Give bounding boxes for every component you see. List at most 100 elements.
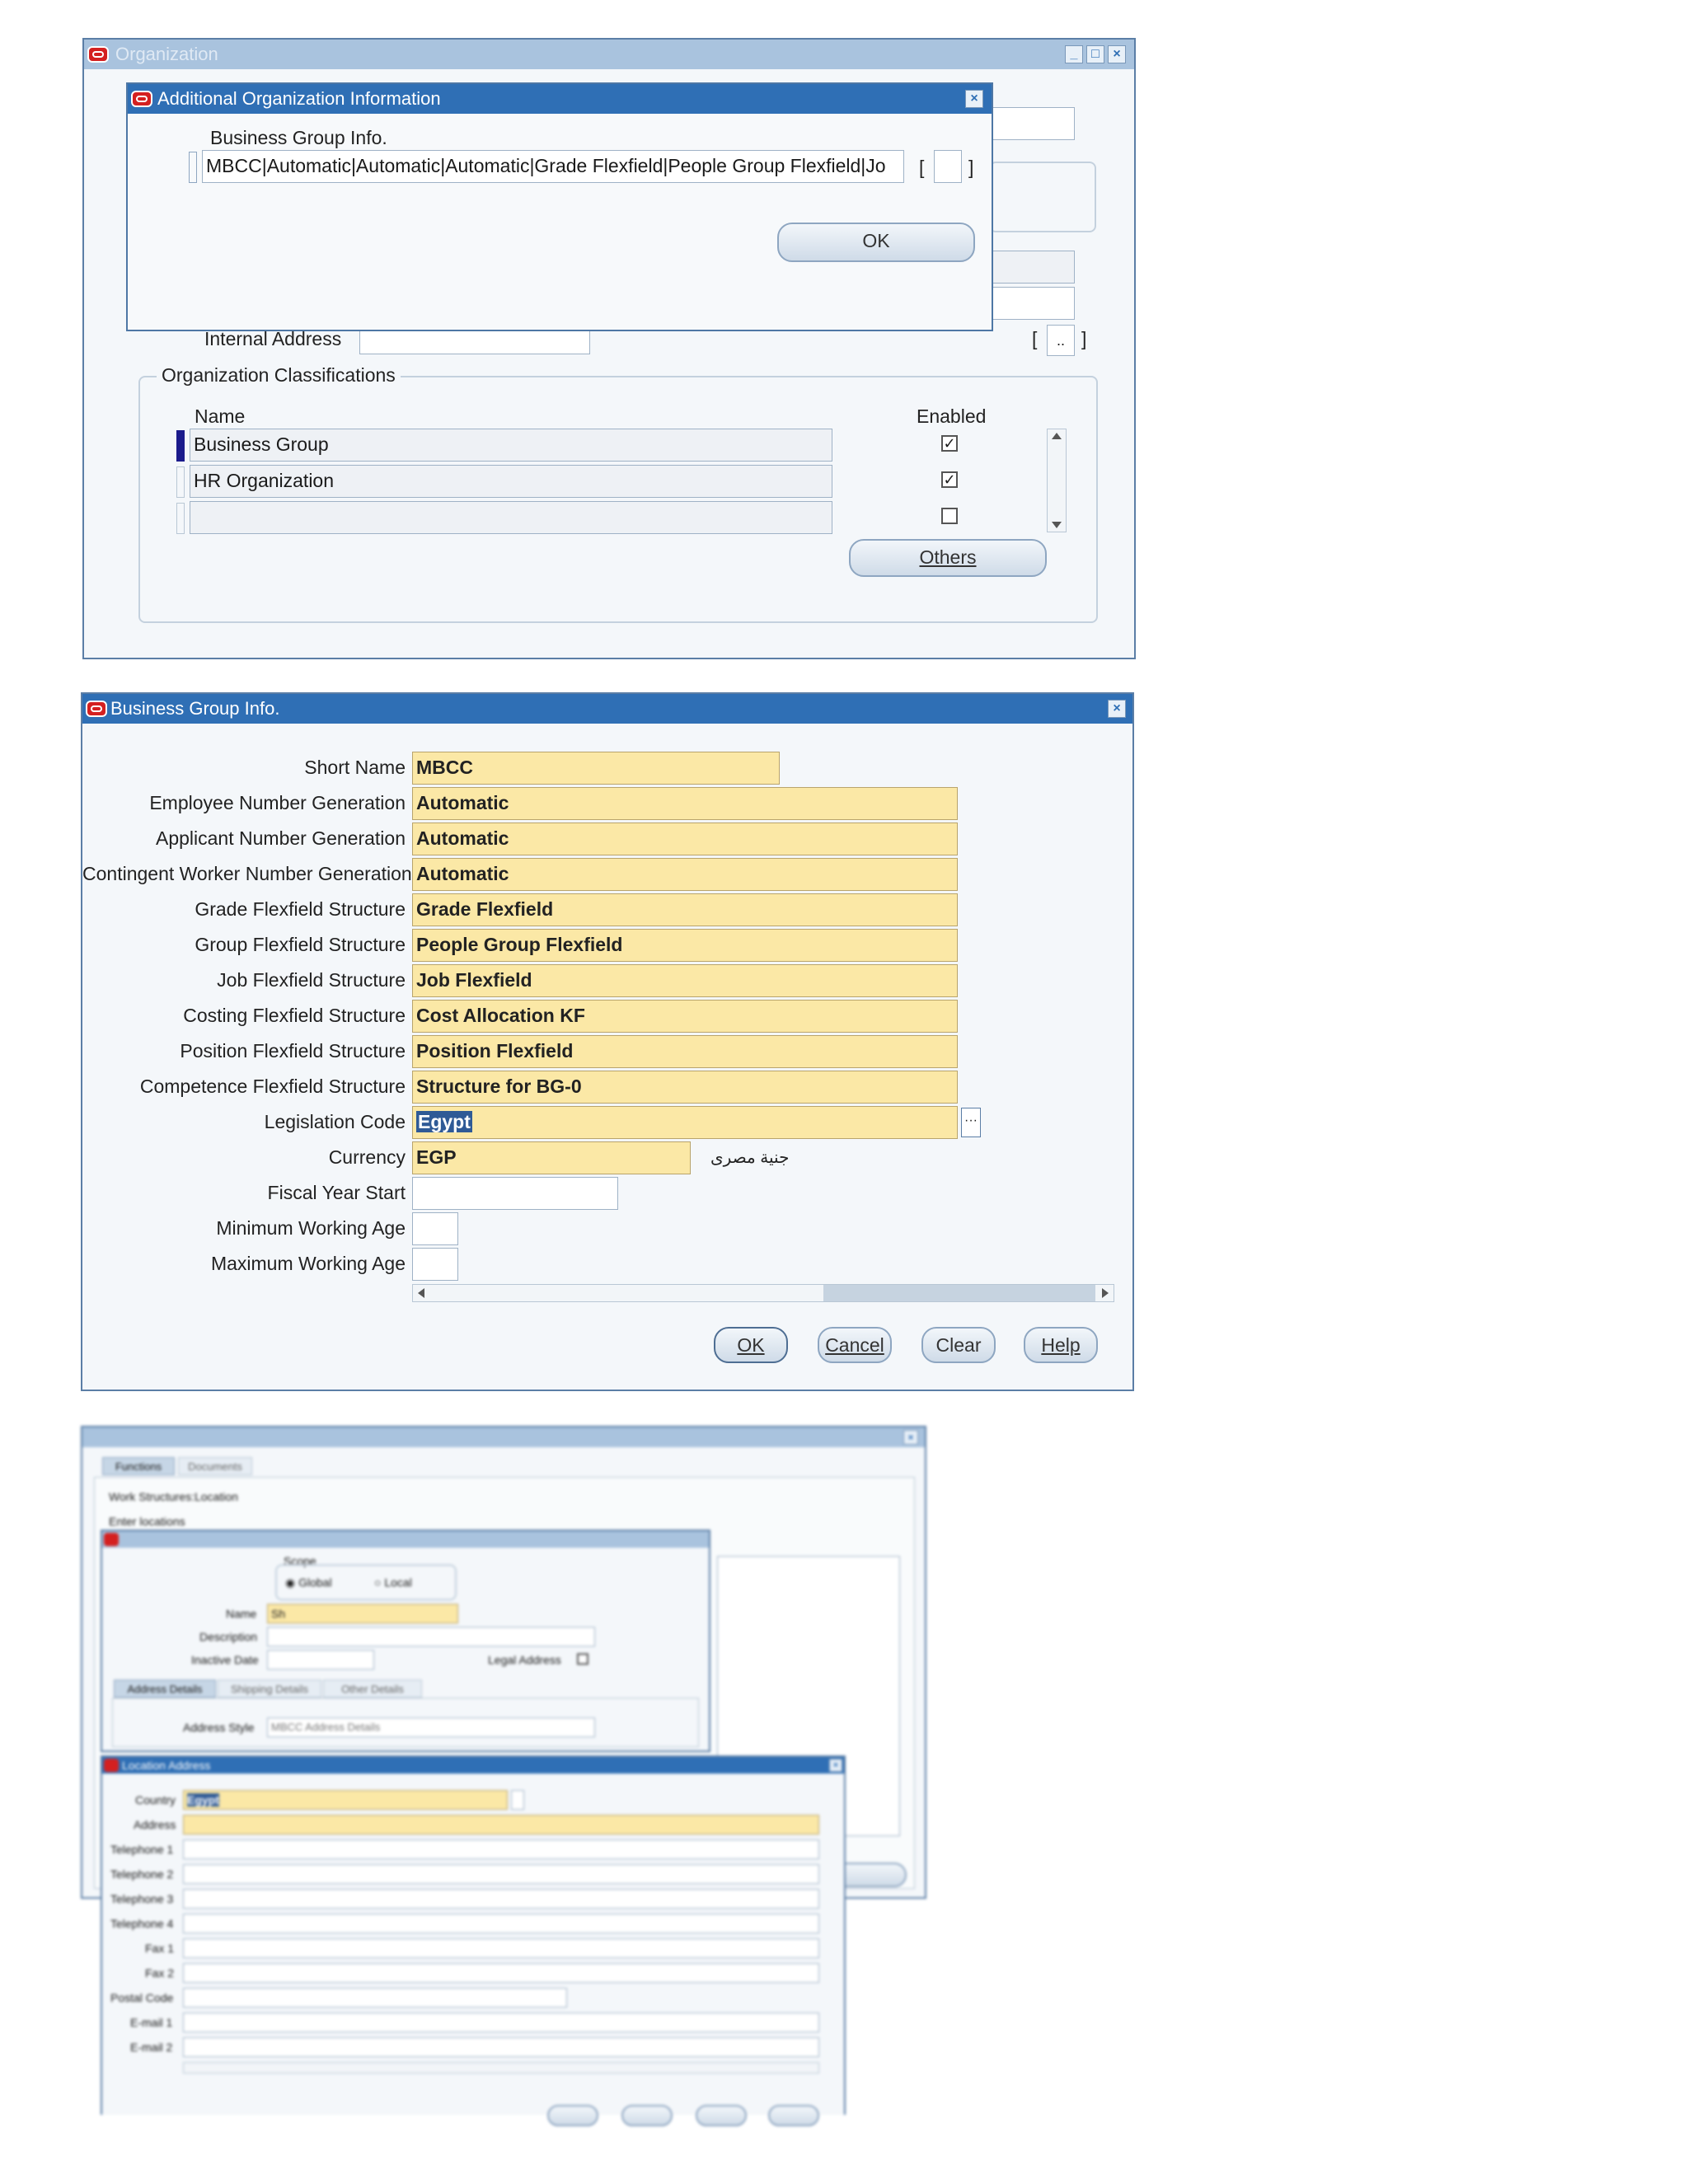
ok-button[interactable]: OK bbox=[777, 223, 975, 262]
inactive-date-input[interactable] bbox=[267, 1650, 374, 1670]
internal-address-label: Internal Address bbox=[204, 328, 342, 349]
location-screens-panel: × Functions Documents Work Structures:Lo… bbox=[81, 1426, 930, 2126]
tab-functions[interactable]: Functions bbox=[102, 1457, 175, 1475]
bg-info-input[interactable]: MBCC|Automatic|Automatic|Automatic|Grade… bbox=[202, 150, 904, 183]
telephone-2-input[interactable] bbox=[183, 1864, 819, 1884]
subtab-address-details[interactable]: Address Details bbox=[114, 1680, 216, 1698]
currency-input[interactable]: EGP bbox=[412, 1141, 691, 1174]
grade-flexfield-input[interactable]: Grade Flexfield bbox=[412, 893, 958, 926]
bracket-close: ] bbox=[1081, 328, 1087, 349]
enabled-checkbox[interactable]: ✓ bbox=[941, 471, 958, 488]
classification-row[interactable]: HR Organization bbox=[190, 465, 832, 498]
postal-code-input[interactable] bbox=[183, 1988, 567, 2008]
scroll-up-icon[interactable] bbox=[1052, 433, 1062, 439]
scroll-down-icon[interactable] bbox=[1052, 522, 1062, 528]
legislation-code-input[interactable]: Egypt bbox=[412, 1106, 958, 1139]
telephone-4-input[interactable] bbox=[183, 1914, 819, 1933]
dialog-button[interactable] bbox=[768, 2105, 819, 2126]
name-column-header: Name bbox=[195, 405, 246, 427]
contingent-worker-number-generation-input[interactable]: Automatic bbox=[412, 858, 958, 891]
address-field-label: Country bbox=[135, 1793, 176, 1807]
internal-address-lov-button[interactable]: .. bbox=[1047, 325, 1075, 356]
location-address-window: Location Address × Country Egypt Address… bbox=[101, 1755, 846, 2126]
fiscal-year-start-input[interactable] bbox=[412, 1177, 618, 1210]
legislation-lov-button[interactable]: ··· bbox=[961, 1108, 981, 1137]
competence-flexfield-input[interactable]: Structure for BG-0 bbox=[412, 1071, 958, 1104]
telephone-1-input[interactable] bbox=[183, 1840, 819, 1859]
row-indicator[interactable] bbox=[176, 503, 185, 534]
ok-label: OK bbox=[737, 1334, 765, 1356]
fax-1-input[interactable] bbox=[183, 1938, 819, 1958]
close-icon[interactable]: × bbox=[1108, 700, 1126, 718]
oracle-logo-icon bbox=[104, 1533, 119, 1546]
enabled-checkbox[interactable] bbox=[941, 508, 958, 524]
classification-row[interactable] bbox=[190, 501, 832, 534]
job-flexfield-input[interactable]: Job Flexfield bbox=[412, 964, 958, 997]
legislation-code-selected-text: Egypt bbox=[416, 1111, 472, 1132]
tab-documents[interactable]: Documents bbox=[178, 1457, 252, 1475]
country-input[interactable]: Egypt bbox=[183, 1790, 508, 1810]
scope-local-radio[interactable]: ○ Local bbox=[374, 1576, 412, 1589]
dialog-button[interactable] bbox=[621, 2105, 673, 2126]
row-indicator[interactable] bbox=[176, 466, 185, 498]
cancel-button[interactable]: Cancel bbox=[818, 1327, 892, 1363]
group-flexfield-input[interactable]: People Group Flexfield bbox=[412, 929, 958, 962]
country-selected-text: Egypt bbox=[187, 1793, 219, 1807]
employee-number-generation-input[interactable]: Automatic bbox=[412, 787, 958, 820]
location-titlebar bbox=[102, 1531, 709, 1548]
minimize-icon[interactable]: _ bbox=[1065, 45, 1083, 63]
scroll-left-icon[interactable] bbox=[418, 1288, 424, 1298]
email-2-input[interactable] bbox=[183, 2037, 819, 2057]
horizontal-scrollbar[interactable] bbox=[412, 1284, 1114, 1302]
horizontal-scrollbar[interactable] bbox=[183, 2062, 819, 2074]
ok-button[interactable]: OK bbox=[714, 1327, 788, 1363]
close-icon[interactable]: × bbox=[965, 90, 983, 108]
classification-row[interactable]: Business Group bbox=[190, 429, 832, 462]
close-icon[interactable]: × bbox=[829, 1759, 842, 1772]
clear-button[interactable]: Clear bbox=[921, 1327, 996, 1363]
field-label: Group Flexfield Structure bbox=[195, 934, 406, 955]
legal-address-checkbox[interactable] bbox=[577, 1653, 588, 1665]
minimum-working-age-input[interactable] bbox=[412, 1212, 458, 1245]
others-button[interactable]: Others bbox=[849, 539, 1047, 577]
maximum-working-age-input[interactable] bbox=[412, 1248, 458, 1281]
description-input[interactable] bbox=[267, 1627, 595, 1647]
subtab-shipping-details[interactable]: Shipping Details bbox=[218, 1680, 321, 1698]
location-name-input[interactable]: Sh bbox=[267, 1604, 458, 1624]
enabled-checkbox[interactable]: ✓ bbox=[941, 435, 958, 452]
description-label: Description bbox=[199, 1630, 258, 1643]
vertical-scrollbar[interactable] bbox=[1047, 429, 1067, 532]
scroll-thumb[interactable] bbox=[823, 1285, 1095, 1301]
scroll-right-icon[interactable] bbox=[1102, 1288, 1109, 1298]
scope-global-radio[interactable]: ◉ Global bbox=[285, 1576, 332, 1590]
fax-2-input[interactable] bbox=[183, 1963, 819, 1983]
short-name-input[interactable]: MBCC bbox=[412, 752, 780, 785]
costing-flexfield-input[interactable]: Cost Allocation KF bbox=[412, 1000, 958, 1033]
bg-info-label: Business Group Info. bbox=[210, 127, 387, 148]
row-indicator-active[interactable] bbox=[176, 430, 185, 462]
position-flexfield-input[interactable]: Position Flexfield bbox=[412, 1035, 958, 1068]
field-label: Maximum Working Age bbox=[210, 1253, 406, 1274]
address-style-input[interactable]: MBCC Address Details bbox=[267, 1718, 595, 1737]
navigator-path: Enter locations bbox=[109, 1515, 185, 1528]
telephone-3-input[interactable] bbox=[183, 1889, 819, 1909]
field-label: Contingent Worker Number Generation bbox=[82, 863, 412, 884]
field-label: Position Flexfield Structure bbox=[180, 1040, 406, 1062]
address-input[interactable] bbox=[183, 1815, 819, 1835]
flex-button[interactable] bbox=[934, 150, 962, 183]
dialog-button[interactable] bbox=[547, 2105, 598, 2126]
applicant-number-generation-input[interactable]: Automatic bbox=[412, 823, 958, 855]
maximize-icon[interactable]: □ bbox=[1086, 45, 1104, 63]
help-button[interactable]: Help bbox=[1024, 1327, 1098, 1363]
dialog-button[interactable] bbox=[696, 2105, 747, 2126]
close-icon[interactable]: × bbox=[903, 1430, 918, 1445]
address-field-label: E-mail 1 bbox=[130, 2016, 173, 2029]
country-lov-button[interactable] bbox=[511, 1790, 524, 1810]
clear-label: Clear bbox=[935, 1334, 982, 1356]
subtab-other-details[interactable]: Other Details bbox=[323, 1680, 422, 1698]
close-icon[interactable]: × bbox=[1108, 45, 1126, 63]
internal-address-input[interactable] bbox=[359, 328, 590, 354]
business-group-info-window: Business Group Info. × Short Name MBCC E… bbox=[81, 692, 1134, 1391]
field-label: Job Flexfield Structure bbox=[217, 969, 406, 991]
email-1-input[interactable] bbox=[183, 2013, 819, 2032]
